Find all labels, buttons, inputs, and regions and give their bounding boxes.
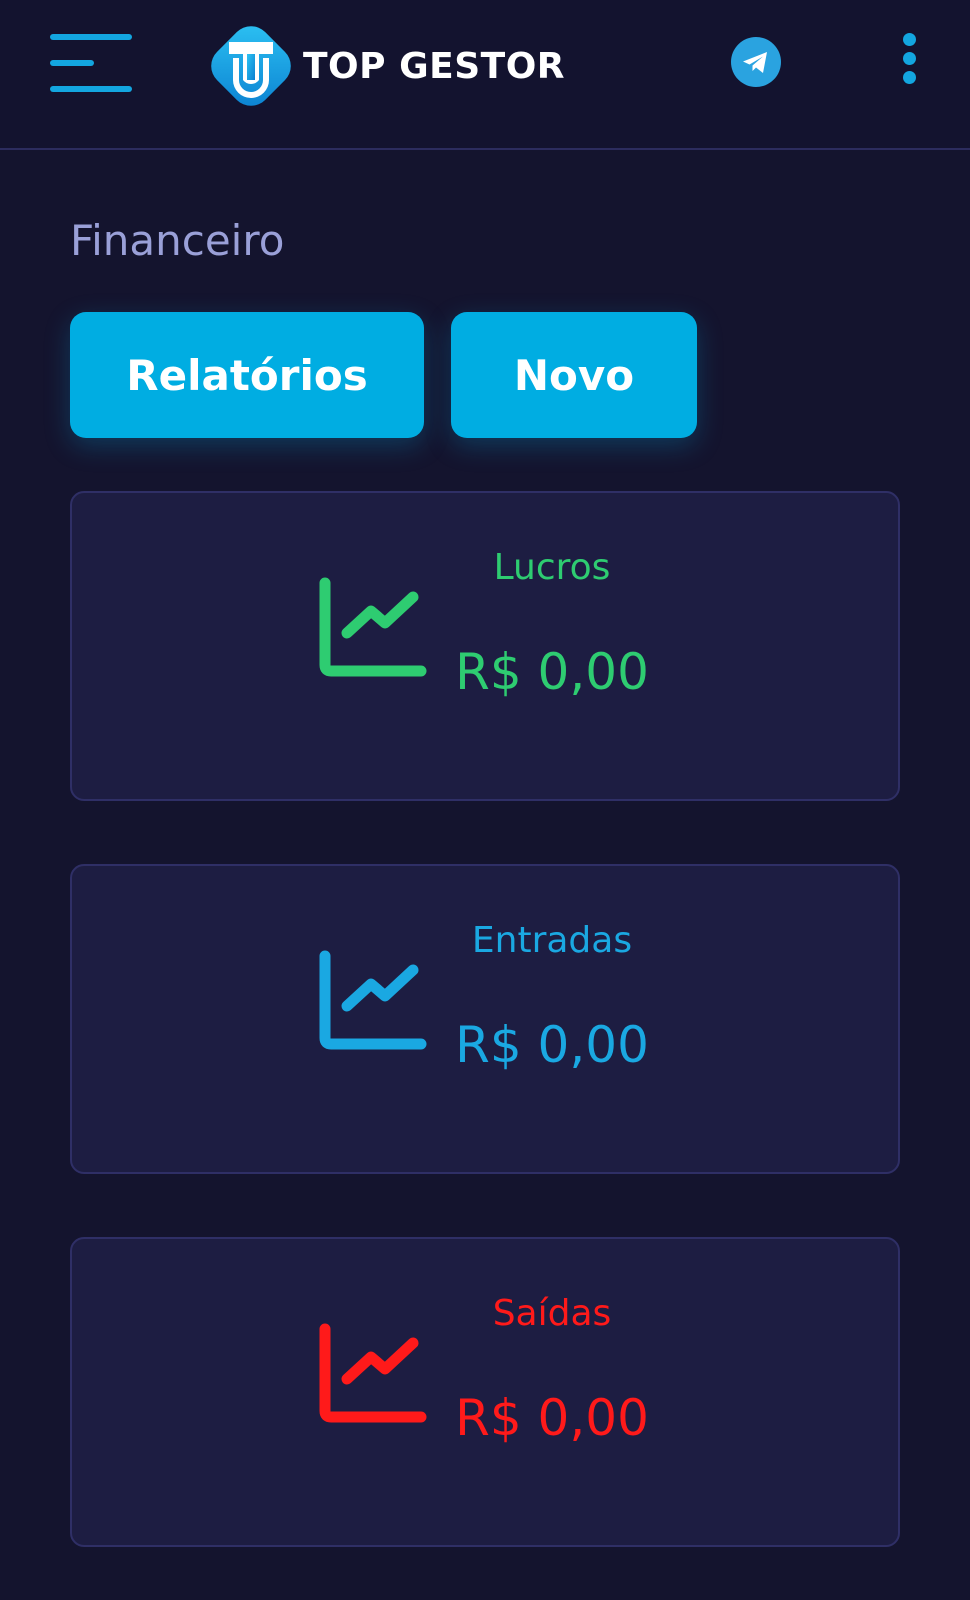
app-screen: TOP GESTOR Financeiro Relatórios Novo Lu… — [0, 0, 970, 1600]
profit-card: Lucros R$ 0,00 — [70, 491, 900, 801]
brand-logo[interactable]: TOP GESTOR — [203, 18, 565, 114]
reports-button[interactable]: Relatórios — [70, 312, 424, 438]
card-label: Entradas — [471, 920, 633, 961]
dot — [903, 52, 916, 65]
menu-line — [50, 34, 132, 40]
new-button[interactable]: Novo — [451, 312, 697, 438]
card-label: Saídas — [492, 1293, 612, 1334]
card-value: R$ 0,00 — [455, 643, 649, 701]
dot — [903, 71, 916, 84]
card-value: R$ 0,00 — [455, 1389, 649, 1447]
top-bar: TOP GESTOR — [0, 0, 970, 150]
card-value: R$ 0,00 — [455, 1016, 649, 1074]
brand-name: TOP GESTOR — [303, 45, 566, 87]
card-label: Lucros — [493, 547, 611, 588]
telegram-icon[interactable] — [730, 36, 782, 88]
expenses-card: Saídas R$ 0,00 — [70, 1237, 900, 1547]
hamburger-menu-icon[interactable] — [50, 34, 132, 96]
logo-mark-icon — [211, 26, 291, 106]
menu-line — [50, 60, 94, 66]
menu-line — [50, 86, 132, 92]
page-title: Financeiro — [70, 216, 285, 265]
dot — [903, 33, 916, 46]
income-card: Entradas R$ 0,00 — [70, 864, 900, 1174]
more-vertical-icon[interactable] — [898, 30, 922, 90]
